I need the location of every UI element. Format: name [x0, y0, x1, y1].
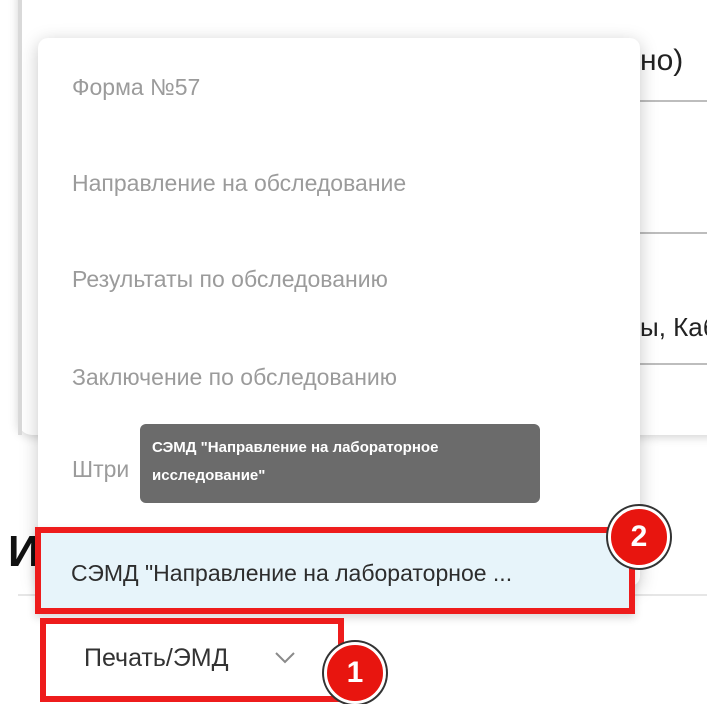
menu-item-semd-lab-referral[interactable]: СЭМД "Направление на лабораторное ... — [35, 527, 635, 614]
print-emd-button[interactable]: Печать/ЭМД — [40, 618, 344, 702]
menu-item-barcode[interactable]: Штри — [72, 456, 129, 483]
step-badge-2: 2 — [608, 506, 670, 568]
background-field-1-underline — [640, 100, 707, 102]
print-emd-button-label: Печать/ЭМД — [84, 644, 229, 672]
menu-item-tooltip: СЭМД "Направление на лабораторное исслед… — [140, 424, 540, 503]
background-field-1-text: но) — [640, 44, 684, 77]
background-field-2-underline — [640, 232, 707, 234]
menu-item-examination-results[interactable]: Результаты по обследованию — [72, 266, 388, 293]
print-dropdown-menu: Форма №57 Направление на обследование Ре… — [38, 38, 640, 586]
menu-item-semd-lab-referral-label: СЭМД "Направление на лабораторное ... — [71, 560, 513, 586]
menu-item-examination-conclusion[interactable]: Заключение по обследованию — [72, 364, 397, 391]
menu-item-examination-referral[interactable]: Направление на обследование — [72, 170, 406, 197]
menu-item-form-57[interactable]: Форма №57 — [72, 74, 200, 101]
card-left-border — [18, 0, 22, 435]
chevron-down-icon — [275, 652, 295, 664]
background-field-3-text: ы, Каб — [640, 312, 707, 342]
step-badge-1: 1 — [324, 642, 386, 704]
background-field-3-underline — [640, 363, 707, 365]
